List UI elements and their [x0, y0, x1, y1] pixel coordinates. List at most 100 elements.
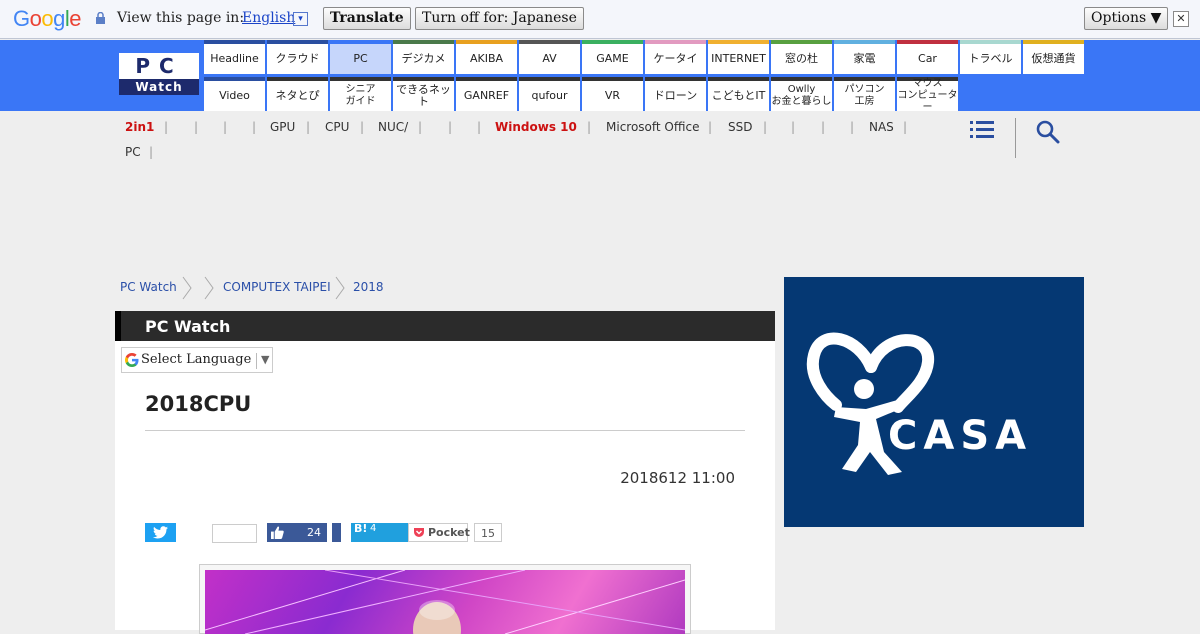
chevron-down-icon: ▼: [261, 353, 270, 366]
article-title: 2018CPU: [145, 392, 252, 416]
header-divider: [1015, 118, 1016, 158]
target-language-link[interactable]: English: [242, 10, 295, 26]
nav-item[interactable]: トラベル: [960, 40, 1021, 74]
nav-item[interactable]: VR: [582, 77, 643, 111]
photo-stage-lights: [205, 570, 685, 634]
facebook-like-button[interactable]: 24: [267, 523, 327, 542]
hatena-icon: B!: [354, 522, 368, 535]
chevron-right-icon: [335, 276, 345, 300]
subnav-separator: |: [149, 145, 154, 159]
like-count: 24: [307, 526, 321, 539]
subnav-link[interactable]: PC: [125, 145, 141, 159]
subnav-separator: |: [821, 120, 826, 134]
nav-item[interactable]: 仮想通貨: [1023, 40, 1084, 74]
nav-item[interactable]: GANREF: [456, 77, 517, 111]
subnav-separator: |: [791, 120, 796, 134]
nav-item[interactable]: AKIBA: [456, 40, 517, 74]
nav-item[interactable]: qufour: [519, 77, 580, 111]
nav-item[interactable]: AV: [519, 40, 580, 74]
subnav-separator: |: [252, 120, 257, 134]
options-button[interactable]: Options ▼: [1084, 7, 1169, 30]
subnav-separator: |: [708, 120, 713, 134]
article-photo[interactable]: [205, 570, 685, 634]
subnav-separator: |: [306, 120, 311, 134]
select-language-label: Select Language: [141, 352, 252, 367]
breadcrumb-item[interactable]: 2018: [353, 280, 384, 294]
select-divider: [256, 353, 257, 369]
subnav-separator: |: [850, 120, 855, 134]
subnav-separator: |: [477, 120, 482, 134]
nav-item[interactable]: クラウド: [267, 40, 328, 74]
subnav-link[interactable]: 2in1: [125, 120, 154, 134]
search-icon[interactable]: [1036, 120, 1060, 144]
nav-item[interactable]: PC: [330, 40, 391, 74]
breadcrumb-item[interactable]: PC Watch: [120, 280, 177, 294]
subnav-link[interactable]: SSD: [728, 120, 752, 134]
facebook-share-tab[interactable]: [332, 523, 341, 542]
google-logo: Google: [13, 6, 82, 31]
nav-item[interactable]: マウス コンピューター: [897, 77, 958, 113]
twitter-icon: [153, 526, 168, 539]
subnav-separator: |: [587, 120, 592, 134]
title-divider: [145, 430, 745, 431]
subnav-link[interactable]: Windows 10: [495, 120, 577, 134]
pocket-label: Pocket: [428, 526, 470, 539]
nav-item[interactable]: Car: [897, 40, 958, 74]
subnav-separator: |: [448, 120, 453, 134]
ad-brand-text: CASA: [888, 413, 1033, 459]
nav-item[interactable]: できるネット: [393, 77, 454, 111]
subnav-separator: |: [194, 120, 199, 134]
nav-item[interactable]: Owlly お金と暮らし: [771, 77, 832, 111]
nav-item[interactable]: Headline: [204, 40, 265, 74]
translate-bar: Google View this page in: English ▾ Tran…: [0, 0, 1200, 39]
pocket-count: 15: [474, 523, 502, 542]
language-dropdown-icon[interactable]: ▾: [293, 12, 308, 26]
subnav-link[interactable]: GPU: [270, 120, 295, 134]
subnav-separator: |: [763, 120, 768, 134]
subnav-separator: |: [903, 120, 908, 134]
nav-item[interactable]: ドローン: [645, 77, 706, 111]
tweet-count-bubble: [212, 524, 257, 543]
turn-off-translate-button[interactable]: Turn off for: Japanese: [415, 7, 584, 30]
translate-button[interactable]: Translate: [323, 7, 411, 30]
site-logo[interactable]: PC Watch: [119, 53, 199, 95]
chevron-right-icon: [182, 276, 192, 300]
article-photo-frame: [199, 564, 691, 634]
nav-item[interactable]: パソコン 工房: [834, 77, 895, 111]
subnav-link[interactable]: CPU: [325, 120, 349, 134]
subnav-separator: |: [164, 120, 169, 134]
menu-icon[interactable]: [970, 120, 994, 140]
nav-item[interactable]: ケータイ: [645, 40, 706, 74]
pocket-button[interactable]: Pocket: [408, 523, 470, 542]
google-g-icon: [125, 353, 139, 367]
nav-item[interactable]: シニア ガイド: [330, 77, 391, 111]
close-icon[interactable]: ✕: [1173, 11, 1189, 27]
nav-item[interactable]: Video: [204, 77, 265, 111]
nav-item[interactable]: ネタとぴ: [267, 77, 328, 111]
chevron-right-icon: [204, 276, 214, 300]
twitter-share-button[interactable]: [145, 523, 176, 542]
logo-pc-text: PC: [135, 54, 183, 78]
nav-item[interactable]: デジカメ: [393, 40, 454, 74]
subnav-link[interactable]: NAS: [869, 120, 894, 134]
subnav-link[interactable]: Microsoft Office: [606, 120, 699, 134]
subnav-separator: |: [223, 120, 228, 134]
translate-label: View this page in:: [117, 10, 245, 26]
hatena-count: 4: [370, 523, 377, 534]
nav-item[interactable]: 窓の杜: [771, 40, 832, 74]
subnav-link[interactable]: NUC/: [378, 120, 408, 134]
lock-icon: [96, 12, 105, 24]
pocket-icon: [414, 528, 424, 537]
subnav-separator: |: [418, 120, 423, 134]
section-title: PC Watch: [145, 317, 231, 336]
section-title-bar: PC Watch: [115, 311, 775, 341]
logo-watch-text: Watch: [119, 79, 199, 95]
subnav-separator: |: [360, 120, 365, 134]
nav-item[interactable]: こどもとIT: [708, 77, 769, 111]
select-language-dropdown[interactable]: Select Language ▼: [121, 347, 273, 373]
breadcrumb-item[interactable]: COMPUTEX TAIPEI: [223, 280, 331, 294]
nav-item[interactable]: 家電: [834, 40, 895, 74]
nav-item[interactable]: INTERNET: [708, 40, 769, 74]
advertisement-casa[interactable]: ® CASA: [784, 277, 1084, 527]
nav-item[interactable]: GAME: [582, 40, 643, 74]
